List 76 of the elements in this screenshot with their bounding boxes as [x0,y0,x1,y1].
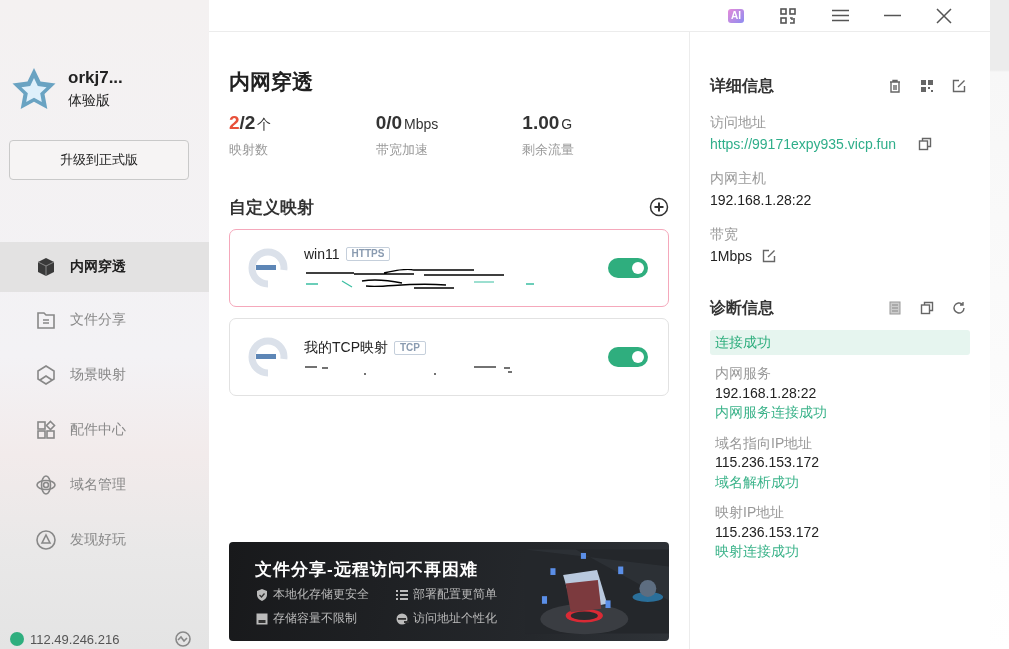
check-label: 映射IP地址 [715,503,786,522]
status-banner: 连接成功 [710,330,970,355]
check-result: 内网服务连接成功 [715,403,828,422]
upgrade-button[interactable]: 升级到正式版 [9,140,189,180]
field-label: 带宽 [710,226,739,244]
list-icon [395,587,409,602]
nav-item[interactable]: 配件中心 [0,402,209,457]
mapping-logo-icon [248,337,288,377]
copy-icon[interactable] [920,301,934,315]
check-label: 域名指向IP地址 [715,433,814,453]
ip-address: 112.49.246.216 [30,631,120,647]
nav-item[interactable]: 域名管理 [0,457,209,512]
check-label: 内网服务 [715,364,772,383]
layers-icon [35,363,57,386]
feature-text: 部署配置更简单 [413,586,497,603]
field-label: 内网主机 [710,170,767,188]
nav-item[interactable]: 内网穿透 [0,242,209,292]
check-result: 映射连接成功 [715,542,800,561]
minimize-icon[interactable] [883,14,901,17]
plan-label: 体验版 [68,92,111,110]
field-value: 192.168.1.28:22 [710,192,812,208]
mapping-logo-icon [248,248,288,288]
check-value: 192.168.1.28:22 [715,383,818,403]
cube-icon [35,256,57,278]
nav-item[interactable]: 文件分享 [0,292,209,347]
feature-text: 访问地址个性化 [413,610,497,627]
browser-e-icon [395,611,409,626]
stat-value: 1.00 G [522,112,574,135]
atom-icon [35,473,57,496]
copy-icon[interactable] [918,137,933,151]
qr-code-icon[interactable] [920,79,934,93]
stat-label: 映射数 [229,141,269,159]
field-value: 1Mbps [710,248,753,264]
stat-value: 0/0 Mbps [375,112,440,135]
edit-icon[interactable] [762,249,777,263]
menu-icon[interactable] [831,9,849,22]
ai-button[interactable]: AI [728,8,744,23]
page-title: 内网穿透 [229,69,314,95]
mapping-name: 我的TCP映射 [304,338,388,357]
delete-icon[interactable] [888,79,902,93]
toggle-switch[interactable] [608,258,648,278]
star-avatar-icon [10,66,58,112]
nav-item[interactable]: 场景映射 [0,347,209,402]
promo-banner[interactable]: 文件分享-远程访问不再困难 本地化存储更安全 部署配置更简单 存储容量不限制 访问地址个性化 [229,542,669,641]
check-result: 域名解析成功 [715,472,800,492]
qr-code-icon[interactable] [780,7,796,24]
stat-value: 2/2个 [229,112,273,135]
feature-text: 本地化存储更安全 [273,586,369,603]
add-icon[interactable] [649,197,669,217]
ip-badge-icon [10,632,24,646]
mapping-name: win11 [304,245,340,262]
stat-label: 带宽加速 [375,141,429,159]
protocol-tag: TCP [394,340,426,355]
refresh-icon[interactable] [952,301,966,315]
compass-icon [35,528,57,551]
access-link[interactable]: https://99171expy935.vicp.fun [710,136,897,152]
apps-icon [35,418,57,441]
edit-icon[interactable] [952,79,966,93]
feature-text: 存储容量不限制 [273,610,357,627]
banner-title: 文件分享-远程访问不再困难 [255,559,479,581]
toggle-switch[interactable] [608,347,648,367]
panel-title: 详细信息 [710,75,775,96]
pulse-icon[interactable] [175,631,191,647]
user-name: orkj7... [68,68,123,88]
nav-item[interactable]: 发现好玩 [0,512,209,567]
mapping-card[interactable]: win11 HTTPS [229,229,669,307]
shield-icon [255,587,269,602]
stat-label: 剩余流量 [522,141,576,159]
field-label: 访问地址 [710,114,767,132]
section-title: 自定义映射 [229,196,314,219]
protocol-tag: HTTPS [345,246,391,261]
check-value: 115.236.153.172 [715,453,821,472]
panel-title: 诊断信息 [710,297,775,318]
check-value: 115.236.153.172 [715,522,821,542]
mapping-card[interactable]: 我的TCP映射 TCP [229,318,669,396]
close-icon[interactable] [936,7,952,24]
